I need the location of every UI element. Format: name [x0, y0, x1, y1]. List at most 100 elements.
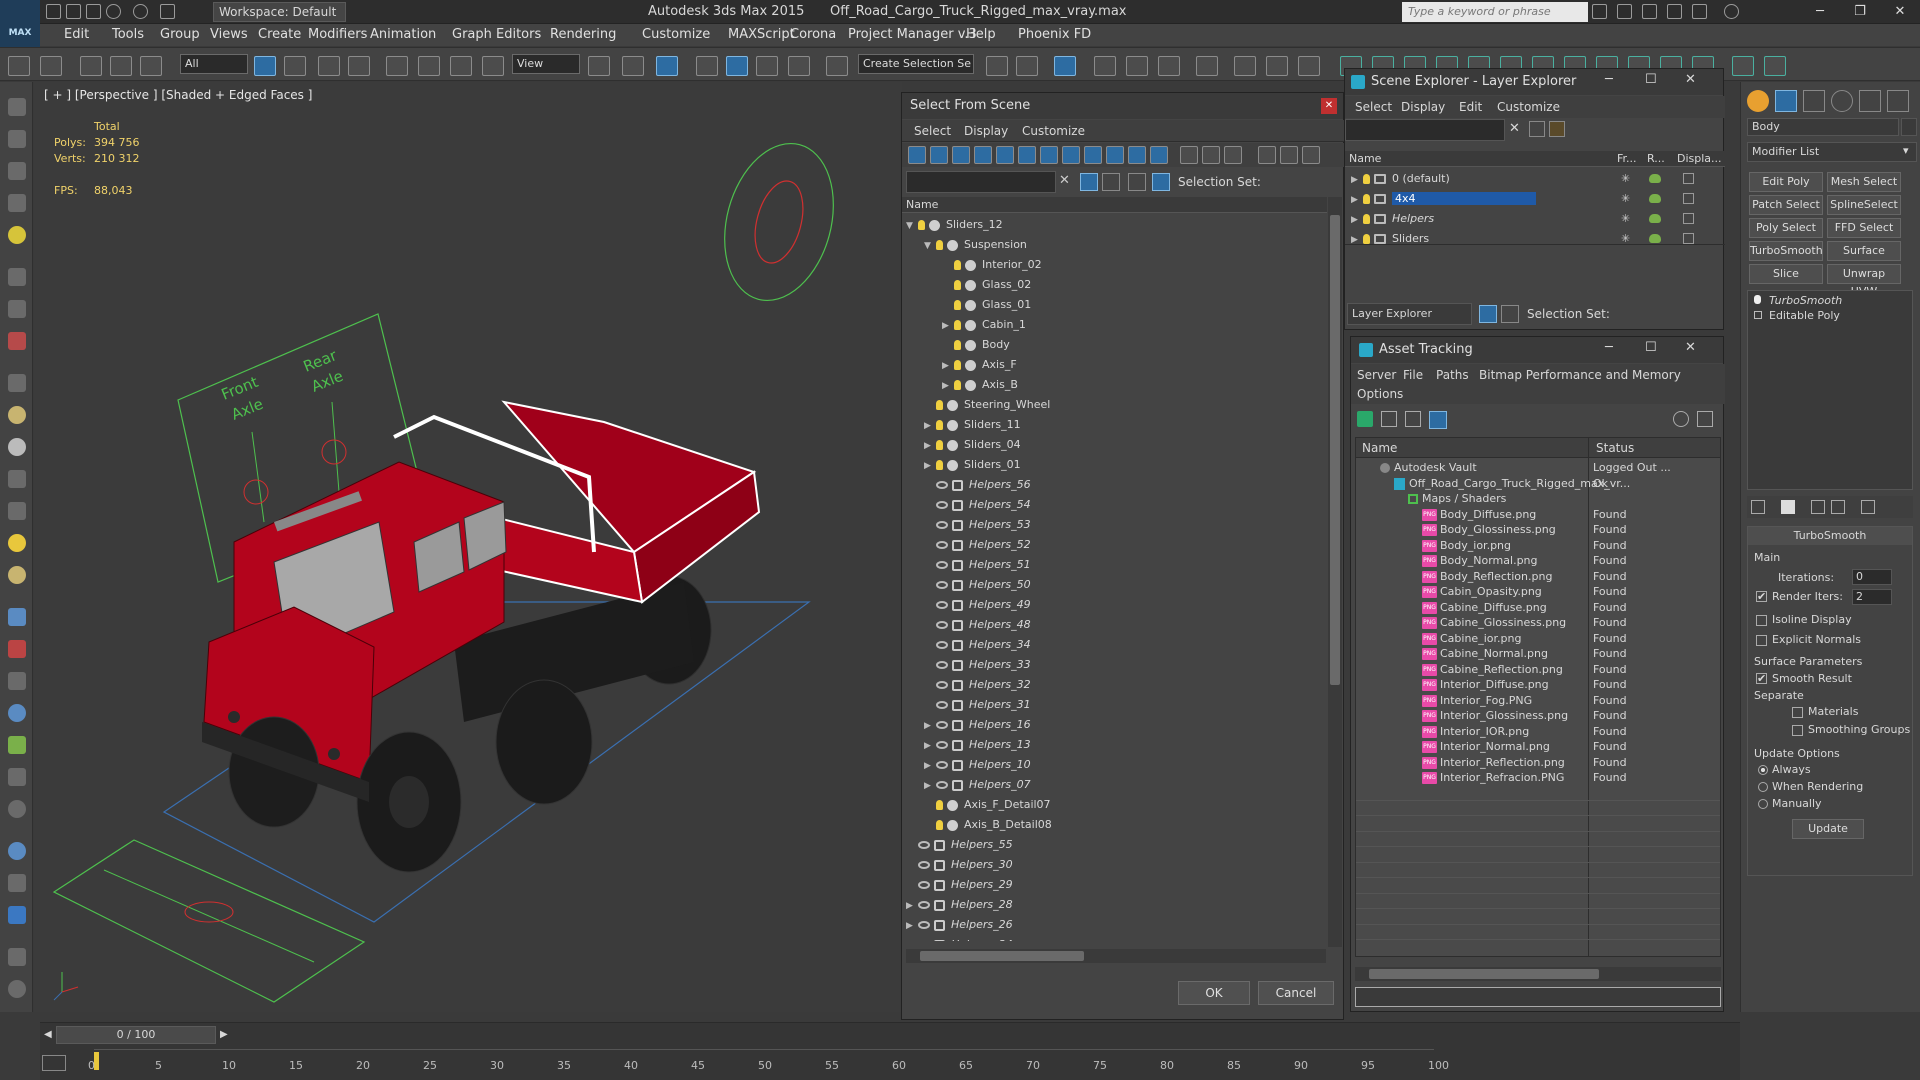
- project-folder-icon[interactable]: [160, 4, 175, 19]
- menu-graph-editors[interactable]: Graph Editors: [452, 27, 541, 42]
- scene-object-row[interactable]: Helpers_24: [906, 935, 1013, 941]
- thumbnail-view-icon[interactable]: [1405, 411, 1421, 427]
- menu-display[interactable]: Display: [964, 124, 1008, 138]
- light-bulb-icon[interactable]: [1363, 214, 1370, 224]
- find-input[interactable]: [1345, 119, 1505, 141]
- scene-object-row[interactable]: Helpers_29: [906, 875, 1013, 895]
- scene-object-row[interactable]: Helpers_33: [924, 655, 1031, 675]
- menu-help[interactable]: Help: [966, 27, 996, 42]
- eye-icon[interactable]: [936, 721, 948, 729]
- scene-object-row[interactable]: Helpers_56: [924, 475, 1031, 495]
- display-box-icon[interactable]: [1683, 173, 1694, 184]
- render-teapot-icon[interactable]: [1649, 174, 1661, 183]
- expand-toggle-icon[interactable]: ▶: [942, 356, 954, 376]
- particles-icon[interactable]: [8, 640, 26, 658]
- menu-project-manager-v-3[interactable]: Project Manager v.3: [848, 27, 977, 42]
- light-bulb-icon[interactable]: [936, 240, 943, 250]
- explicit-normals-checkbox[interactable]: [1756, 635, 1767, 646]
- layer-icon[interactable]: [1128, 173, 1146, 191]
- scene-object-row[interactable]: ▼ Sliders_12: [906, 215, 1003, 235]
- display-cameras-icon[interactable]: [974, 146, 992, 164]
- cancel-button[interactable]: Cancel: [1258, 981, 1334, 1005]
- pin-stack-icon[interactable]: [1751, 500, 1765, 514]
- create-tab-icon[interactable]: [1747, 90, 1769, 112]
- patch-select-button[interactable]: Patch Select: [1749, 195, 1823, 215]
- rotate-icon[interactable]: [418, 56, 440, 76]
- tool-icon-7[interactable]: [8, 300, 26, 318]
- people-icon[interactable]: [1642, 4, 1657, 19]
- expand-toggle-icon[interactable]: ▶: [906, 916, 918, 936]
- tool-icon-18[interactable]: [8, 672, 26, 690]
- expand-toggle-icon[interactable]: ▶: [924, 756, 936, 776]
- rectangle-selection-icon[interactable]: [318, 56, 340, 76]
- asset-row[interactable]: PNG Interior_Refracion.PNG Found: [1356, 770, 1720, 785]
- settings-icon[interactable]: [1697, 411, 1713, 427]
- asset-row[interactable]: PNG Interior_Reflection.png Found: [1356, 755, 1720, 770]
- asset-table[interactable]: Name Status Autodesk Vault Logged Out ...…: [1355, 437, 1721, 957]
- asset-row[interactable]: Maps / Shaders: [1356, 491, 1720, 506]
- menu-customize[interactable]: Customize: [1497, 100, 1560, 114]
- layer-row[interactable]: ▶ 4x4 ✳: [1345, 189, 1725, 209]
- key-icon[interactable]: [1617, 4, 1632, 19]
- asset-row[interactable]: PNG Body_ior.png Found: [1356, 538, 1720, 553]
- scene-object-row[interactable]: Helpers_34: [924, 635, 1031, 655]
- asset-row[interactable]: PNG Body_Reflection.png Found: [1356, 569, 1720, 584]
- minimize-icon[interactable]: ─: [1605, 340, 1613, 355]
- grass-icon[interactable]: [8, 736, 26, 754]
- isoline-display-checkbox[interactable]: [1756, 615, 1767, 626]
- pivot-icon[interactable]: [588, 56, 610, 76]
- expand-toggle-icon[interactable]: ▼: [906, 216, 918, 236]
- rendered-frame-window-icon[interactable]: [1266, 56, 1288, 76]
- eye-icon[interactable]: [936, 761, 948, 769]
- perspective-viewport[interactable]: [ + ] [Perspective ] [Shaded + Edged Fac…: [34, 82, 902, 1012]
- display-none-icon[interactable]: [1202, 146, 1220, 164]
- eye-icon[interactable]: [936, 541, 948, 549]
- asset-path-field[interactable]: [1355, 987, 1721, 1007]
- prev-frame-icon[interactable]: ◀: [44, 1029, 52, 1040]
- make-unique-icon[interactable]: [1811, 500, 1825, 514]
- scale-icon[interactable]: [450, 56, 472, 76]
- horizontal-scrollbar[interactable]: [906, 949, 1326, 963]
- menu-server[interactable]: Server: [1357, 368, 1396, 382]
- tool-icon-25[interactable]: [8, 906, 26, 924]
- scene-object-row[interactable]: Helpers_31: [924, 695, 1031, 715]
- new-layer-icon[interactable]: [1529, 121, 1545, 137]
- tool-icon-1[interactable]: [8, 98, 26, 116]
- max-logo[interactable]: MAX: [0, 0, 40, 48]
- menu-select[interactable]: Select: [1355, 100, 1392, 114]
- tool-icon-4[interactable]: [8, 194, 26, 212]
- star-icon[interactable]: [1667, 4, 1682, 19]
- utilities-tab-icon[interactable]: [1887, 90, 1909, 112]
- snap-3d-icon[interactable]: [696, 56, 718, 76]
- scene-object-row[interactable]: ▶ Helpers_26: [906, 915, 1013, 935]
- eye-icon[interactable]: [936, 581, 948, 589]
- menu-rendering[interactable]: Rendering: [550, 27, 616, 42]
- eye-icon[interactable]: [936, 561, 948, 569]
- light-bulb-icon[interactable]: [954, 340, 961, 350]
- box-icon[interactable]: [8, 374, 26, 392]
- mesh-select-button[interactable]: Mesh Select: [1827, 172, 1901, 192]
- schematic-view-icon[interactable]: [1158, 56, 1180, 76]
- motion-tab-icon[interactable]: [1831, 90, 1853, 112]
- globe-icon[interactable]: [8, 704, 26, 722]
- object-color-swatch[interactable]: [1901, 118, 1917, 136]
- scene-object-row[interactable]: Helpers_30: [906, 855, 1013, 875]
- scene-object-row[interactable]: ▶ Helpers_07: [924, 775, 1031, 795]
- maximize-icon[interactable]: ☐: [1645, 72, 1657, 87]
- light-bulb-icon[interactable]: [954, 260, 961, 270]
- menu-paths[interactable]: Paths: [1436, 368, 1469, 382]
- expand-toggle-icon[interactable]: ▶: [942, 376, 954, 396]
- binoculars-icon[interactable]: [1592, 4, 1607, 19]
- expand-toggle-icon[interactable]: ▶: [924, 776, 936, 796]
- cone-icon[interactable]: [8, 502, 26, 520]
- column-name[interactable]: Name: [906, 198, 938, 211]
- eye-icon[interactable]: [936, 681, 948, 689]
- scene-object-row[interactable]: Helpers_49: [924, 595, 1031, 615]
- minimize-button[interactable]: ─: [1800, 0, 1840, 24]
- asset-row[interactable]: PNG Cabine_ior.png Found: [1356, 631, 1720, 646]
- stack-item-turbosmooth[interactable]: TurboSmooth: [1754, 294, 1842, 307]
- tool-icon-3[interactable]: [8, 162, 26, 180]
- light-bulb-icon[interactable]: [936, 440, 943, 450]
- vertical-scrollbar[interactable]: [1328, 197, 1342, 947]
- mirror-icon[interactable]: [986, 56, 1008, 76]
